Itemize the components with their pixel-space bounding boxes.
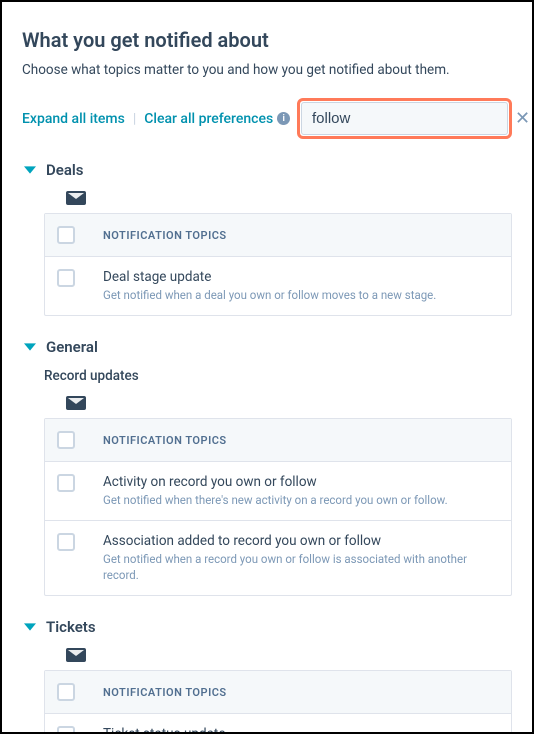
topic-checkbox[interactable] bbox=[57, 533, 75, 551]
table-row: Ticket status update Get notified when a… bbox=[45, 713, 511, 734]
chevron-down-icon bbox=[22, 619, 38, 635]
topic-checkbox[interactable] bbox=[57, 726, 75, 734]
table-row: Deal stage update Get notified when a de… bbox=[45, 256, 511, 315]
section-header[interactable]: General bbox=[22, 338, 512, 356]
select-all-checkbox[interactable] bbox=[57, 683, 75, 701]
clear-all-link[interactable]: Clear all preferences bbox=[144, 111, 273, 127]
section-title: Deals bbox=[46, 161, 84, 179]
section-title: General bbox=[46, 338, 98, 356]
channel-icons bbox=[66, 191, 512, 205]
section-header[interactable]: Tickets bbox=[22, 618, 512, 636]
section-deals: Deals NOTIFICATION TOPICS Deal stage upd… bbox=[22, 161, 512, 316]
section-header[interactable]: Deals bbox=[22, 161, 512, 179]
topic-title: Association added to record you own or f… bbox=[103, 533, 499, 549]
topics-table: NOTIFICATION TOPICS Ticket status update… bbox=[44, 670, 512, 734]
topic-desc: Get notified when a deal you own or foll… bbox=[103, 287, 499, 303]
topic-title: Ticket status update bbox=[103, 726, 499, 734]
table-row: Association added to record you own or f… bbox=[45, 520, 511, 595]
separator: | bbox=[133, 111, 136, 127]
topic-desc: Get notified when there's new activity o… bbox=[103, 492, 499, 508]
topic-title: Deal stage update bbox=[103, 269, 499, 285]
chevron-down-icon bbox=[22, 162, 38, 178]
search-highlight: ✕ bbox=[297, 98, 512, 139]
topic-content: Ticket status update Get notified when a… bbox=[103, 726, 499, 734]
topic-content: Association added to record you own or f… bbox=[103, 533, 499, 583]
page-title: What you get notified about bbox=[22, 28, 512, 52]
email-icon[interactable] bbox=[66, 648, 86, 662]
column-header: NOTIFICATION TOPICS bbox=[103, 434, 227, 447]
select-all-checkbox[interactable] bbox=[57, 226, 75, 244]
topic-checkbox[interactable] bbox=[57, 269, 75, 287]
info-icon[interactable]: i bbox=[277, 112, 290, 125]
select-all-checkbox[interactable] bbox=[57, 431, 75, 449]
clear-search-icon[interactable]: ✕ bbox=[513, 110, 532, 128]
topic-title: Activity on record you own or follow bbox=[103, 474, 499, 490]
page-subtitle: Choose what topics matter to you and how… bbox=[22, 62, 512, 78]
column-header: NOTIFICATION TOPICS bbox=[103, 686, 227, 699]
table-header-row: NOTIFICATION TOPICS bbox=[45, 419, 511, 461]
section-title: Tickets bbox=[46, 618, 96, 636]
search-input[interactable] bbox=[310, 109, 513, 128]
section-tickets: Tickets NOTIFICATION TOPICS Ticket statu… bbox=[22, 618, 512, 734]
channel-icons bbox=[66, 648, 512, 662]
table-header-row: NOTIFICATION TOPICS bbox=[45, 671, 511, 713]
notification-preferences-page: What you get notified about Choose what … bbox=[0, 0, 534, 734]
table-header-row: NOTIFICATION TOPICS bbox=[45, 214, 511, 256]
email-icon[interactable] bbox=[66, 191, 86, 205]
topic-content: Deal stage update Get notified when a de… bbox=[103, 269, 499, 303]
channel-icons bbox=[66, 396, 512, 410]
topics-table: NOTIFICATION TOPICS Deal stage update Ge… bbox=[44, 213, 512, 316]
section-general: General Record updates NOTIFICATION TOPI… bbox=[22, 338, 512, 596]
email-icon[interactable] bbox=[66, 396, 86, 410]
topic-checkbox[interactable] bbox=[57, 474, 75, 492]
topic-content: Activity on record you own or follow Get… bbox=[103, 474, 499, 508]
table-row: Activity on record you own or follow Get… bbox=[45, 461, 511, 520]
search-field-wrap: ✕ bbox=[301, 102, 508, 135]
subsection-title: Record updates bbox=[44, 368, 512, 384]
topics-table: NOTIFICATION TOPICS Activity on record y… bbox=[44, 418, 512, 596]
topic-desc: Get notified when a record you own or fo… bbox=[103, 551, 499, 583]
column-header: NOTIFICATION TOPICS bbox=[103, 229, 227, 242]
chevron-down-icon bbox=[22, 339, 38, 355]
toolbar: Expand all items | Clear all preferences… bbox=[22, 98, 512, 139]
expand-all-link[interactable]: Expand all items bbox=[22, 111, 125, 127]
